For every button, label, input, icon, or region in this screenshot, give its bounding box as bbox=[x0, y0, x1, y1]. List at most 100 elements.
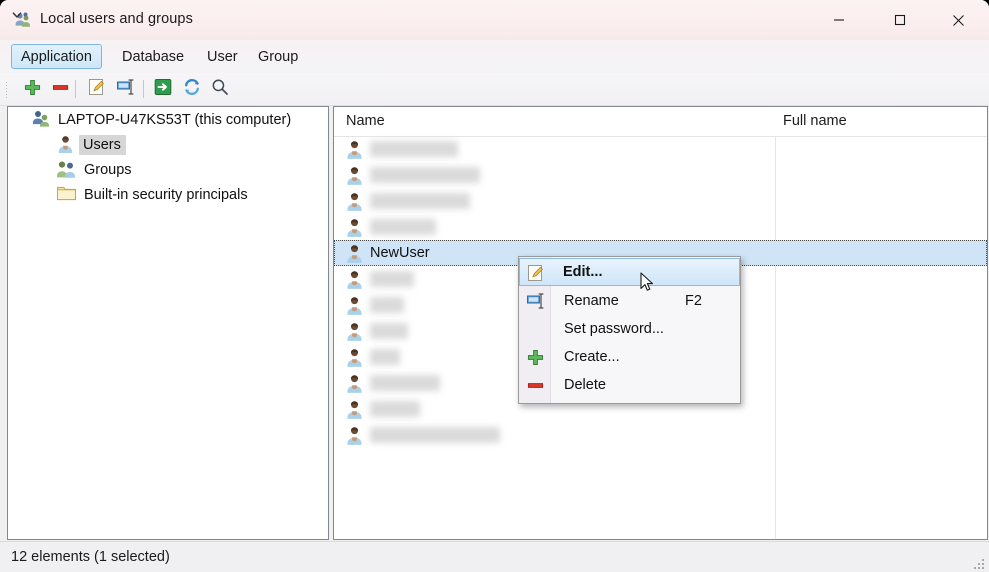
user-icon bbox=[345, 373, 364, 393]
table-row[interactable] bbox=[334, 422, 987, 448]
menu-item-group-label: Group bbox=[258, 48, 299, 65]
list-column-headers: Name Full name bbox=[334, 107, 987, 137]
computer-users-icon bbox=[31, 109, 51, 132]
export-arrow-icon bbox=[154, 78, 172, 101]
redacted-user-name bbox=[370, 349, 400, 365]
user-icon bbox=[345, 191, 364, 211]
toolbar-remove-button[interactable] bbox=[48, 77, 73, 102]
resize-grip[interactable] bbox=[972, 557, 985, 570]
maximize-button[interactable] bbox=[877, 0, 923, 40]
context-menu-item-rename[interactable]: Rename F2 bbox=[520, 287, 740, 315]
table-row[interactable] bbox=[334, 136, 987, 162]
minimize-icon bbox=[833, 14, 845, 26]
tree-item-computer-label: LAPTOP-U47KS53T (this computer) bbox=[58, 112, 292, 128]
table-row[interactable] bbox=[334, 162, 987, 188]
redacted-user-name bbox=[370, 323, 408, 339]
user-icon bbox=[345, 347, 364, 367]
group-icon bbox=[56, 159, 77, 182]
redacted-user-name bbox=[370, 271, 414, 287]
status-bar: 12 elements (1 selected) bbox=[0, 541, 989, 572]
redacted-user-name bbox=[370, 167, 480, 183]
user-icon bbox=[345, 217, 364, 237]
remove-icon bbox=[525, 375, 546, 395]
menu-item-database[interactable]: Database bbox=[113, 45, 193, 68]
user-icon bbox=[345, 321, 364, 341]
toolbar-edit-button[interactable] bbox=[84, 77, 109, 102]
user-icon bbox=[345, 243, 364, 263]
edit-pencil-icon bbox=[88, 78, 106, 101]
close-button[interactable] bbox=[935, 0, 981, 40]
context-menu-item-edit-label: Edit... bbox=[563, 264, 603, 280]
search-icon bbox=[211, 78, 229, 101]
toolbar-rename-button[interactable] bbox=[113, 77, 138, 102]
mouse-cursor bbox=[640, 272, 654, 293]
edit-pencil-icon bbox=[525, 263, 546, 283]
close-icon bbox=[952, 14, 965, 27]
user-name-label: NewUser bbox=[370, 245, 430, 261]
context-menu-item-create[interactable]: Create... bbox=[520, 343, 740, 371]
menu-item-application-label: Application bbox=[21, 48, 92, 65]
toolbar-separator bbox=[75, 80, 76, 98]
add-icon bbox=[525, 347, 546, 367]
sidebar-item-groups-label: Groups bbox=[84, 162, 132, 178]
redacted-user-name bbox=[370, 401, 420, 417]
toolbar bbox=[0, 73, 989, 106]
remove-icon bbox=[52, 79, 69, 101]
context-menu-item-delete[interactable]: Delete bbox=[520, 371, 740, 399]
sidebar-item-groups[interactable]: Groups bbox=[56, 158, 132, 182]
user-icon bbox=[56, 134, 75, 157]
redacted-user-name bbox=[370, 375, 440, 391]
context-menu-item-set-password-label: Set password... bbox=[564, 321, 664, 337]
column-header-full-name[interactable]: Full name bbox=[783, 113, 847, 129]
redacted-user-name bbox=[370, 193, 470, 209]
add-icon bbox=[24, 79, 41, 101]
toolbar-grip[interactable] bbox=[5, 81, 8, 98]
sidebar-item-builtin[interactable]: Built-in security principals bbox=[56, 183, 248, 207]
context-menu-item-rename-label: Rename bbox=[564, 293, 619, 309]
redacted-user-name bbox=[370, 141, 458, 157]
user-icon bbox=[345, 269, 364, 289]
redacted-user-name bbox=[370, 427, 500, 443]
rename-icon bbox=[525, 291, 546, 311]
context-menu-item-create-label: Create... bbox=[564, 349, 620, 365]
user-icon bbox=[345, 165, 364, 185]
user-icon bbox=[345, 425, 364, 445]
table-row[interactable] bbox=[334, 188, 987, 214]
context-menu-item-delete-label: Delete bbox=[564, 377, 606, 393]
menu-item-user[interactable]: User bbox=[198, 45, 247, 68]
context-menu-item-rename-accel: F2 bbox=[685, 293, 702, 309]
maximize-icon bbox=[894, 14, 906, 26]
chevron-down-icon[interactable] bbox=[10, 8, 24, 22]
user-icon bbox=[345, 399, 364, 419]
context-menu: Edit... Rename F2 Set password... Create… bbox=[518, 256, 741, 404]
toolbar-search-button[interactable] bbox=[207, 77, 232, 102]
toolbar-refresh-button[interactable] bbox=[179, 77, 204, 102]
title-bar: Local users and groups bbox=[0, 0, 989, 40]
sidebar-item-users[interactable]: Users bbox=[56, 133, 126, 157]
status-text: 12 elements (1 selected) bbox=[11, 549, 170, 565]
toolbar-separator-2 bbox=[143, 80, 144, 98]
window-title: Local users and groups bbox=[40, 11, 193, 27]
application-window: Local users and groups Application Datab… bbox=[0, 0, 989, 572]
menu-item-user-label: User bbox=[207, 48, 238, 65]
menu-bar: Application Database User Group Quick se… bbox=[0, 40, 989, 109]
menu-item-database-label: Database bbox=[122, 48, 185, 65]
sidebar-item-builtin-label: Built-in security principals bbox=[84, 187, 248, 203]
menu-item-group[interactable]: Group bbox=[249, 45, 307, 68]
menu-item-application[interactable]: Application bbox=[11, 44, 102, 69]
redacted-user-name bbox=[370, 297, 404, 313]
redacted-user-name bbox=[370, 219, 436, 235]
minimize-button[interactable] bbox=[816, 0, 862, 40]
context-menu-item-edit[interactable]: Edit... bbox=[519, 258, 740, 286]
table-row[interactable] bbox=[334, 214, 987, 240]
tree-item-computer[interactable]: LAPTOP-U47KS53T (this computer) bbox=[31, 108, 291, 132]
folder-icon bbox=[56, 184, 77, 206]
sidebar-item-users-label: Users bbox=[79, 135, 126, 155]
toolbar-export-button[interactable] bbox=[150, 77, 175, 102]
user-icon bbox=[345, 295, 364, 315]
context-menu-item-set-password[interactable]: Set password... bbox=[520, 315, 740, 343]
user-icon bbox=[345, 139, 364, 159]
rename-icon bbox=[116, 78, 135, 101]
toolbar-add-button[interactable] bbox=[20, 77, 45, 102]
column-header-name[interactable]: Name bbox=[346, 113, 385, 129]
